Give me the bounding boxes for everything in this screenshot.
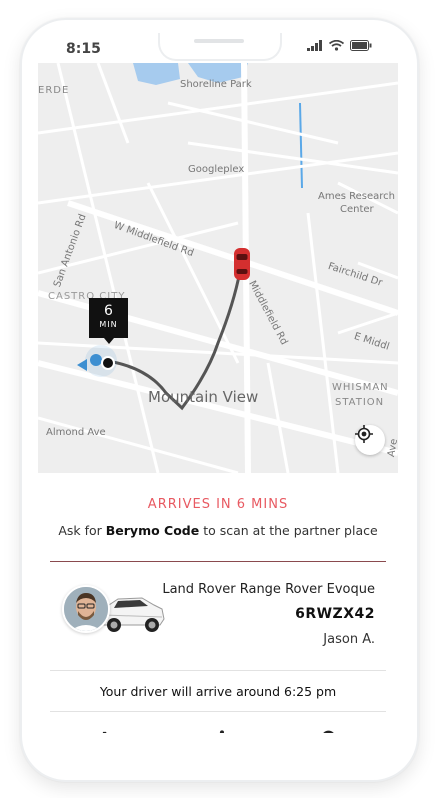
- notch: [158, 33, 282, 61]
- signal-icon: [307, 40, 322, 51]
- eta-unit: MIN: [99, 320, 118, 329]
- map-label-almond-ave: Almond Ave: [46, 427, 106, 438]
- eta-number: 6: [104, 303, 113, 319]
- pickup-dot: [101, 356, 115, 370]
- wifi-icon: [329, 40, 344, 51]
- driver-portrait: [64, 587, 108, 631]
- map-label-mountain-view: Mountain View: [148, 388, 259, 406]
- status-icons: [307, 40, 372, 51]
- license-plate: 6RWZX42: [295, 606, 375, 622]
- car-model: Land Rover Range Rover Evoque: [162, 582, 375, 597]
- crosshair-icon: [355, 425, 373, 443]
- cancel-button[interactable]: [318, 727, 338, 733]
- scan-instruction: Ask for Berymo Code to scan at the partn…: [38, 523, 398, 538]
- section-divider: [50, 561, 386, 562]
- divider: [50, 670, 386, 671]
- app-screen: 8:15 ERDE Shoreline Park Googleplex Ames…: [38, 33, 398, 733]
- map-label-ames-research: Ames Research: [318, 191, 395, 202]
- berymo-code: Berymo Code: [105, 523, 200, 538]
- map-label-googleplex: Googleplex: [188, 164, 245, 175]
- map-label-station: STATION: [335, 397, 385, 408]
- car-icon: [234, 248, 250, 280]
- recenter-button[interactable]: [355, 425, 385, 455]
- scan-instruction-prefix: Ask for: [58, 523, 106, 538]
- action-bar: [38, 723, 398, 733]
- battery-icon: [350, 40, 372, 51]
- phone-icon: [102, 731, 106, 733]
- map-label-whisman: WHISMAN: [332, 382, 389, 393]
- cancel-icon: [322, 730, 334, 733]
- status-bar: 8:15: [38, 33, 398, 63]
- call-button[interactable]: [98, 727, 118, 733]
- heading-arrow: [77, 359, 87, 371]
- driver-name: Jason A.: [323, 632, 375, 647]
- divider: [50, 711, 386, 712]
- scan-instruction-suffix: to scan at the partner place: [199, 523, 378, 538]
- share-icon: [219, 730, 224, 733]
- eta-badge-tail: [104, 338, 114, 344]
- map-label-ave: Ave: [386, 437, 398, 458]
- arrival-title: ARRIVES IN 6 MINS: [147, 497, 289, 512]
- map-view[interactable]: ERDE Shoreline Park Googleplex Ames Rese…: [38, 63, 398, 473]
- driver-avatar: [62, 585, 110, 633]
- map-label-erde: ERDE: [38, 85, 70, 96]
- user-dot: [90, 354, 102, 366]
- share-button[interactable]: [208, 727, 228, 733]
- arrival-time-text: Your driver will arrive around 6:25 pm: [99, 684, 337, 699]
- map-label-center: Center: [340, 204, 374, 215]
- status-time: 8:15: [66, 41, 101, 57]
- speaker-bar: [194, 39, 244, 43]
- map-label-shoreline-park: Shoreline Park: [180, 79, 252, 90]
- eta-badge: 6 MIN: [89, 298, 128, 344]
